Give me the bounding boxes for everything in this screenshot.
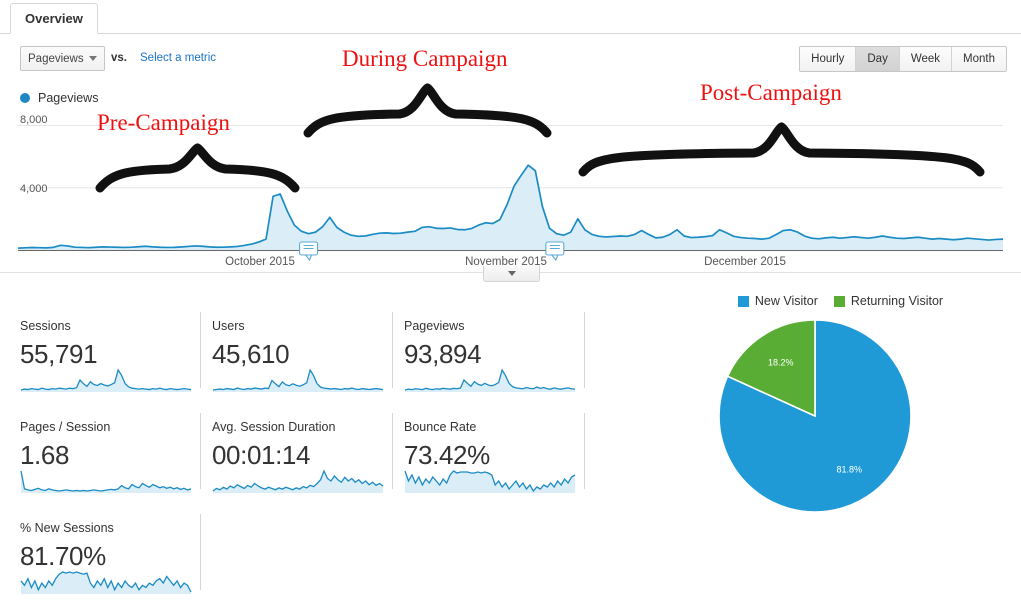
metric-label: % New Sessions — [20, 521, 114, 535]
annotation-pre-campaign: Pre-Campaign — [97, 110, 230, 135]
chart-series-legend: Pageviews — [20, 91, 98, 105]
period-week-button[interactable]: Week — [899, 47, 953, 71]
card-divider — [584, 312, 585, 388]
metric-card-row: Sessions 55,791 Users 45,610 Pageviews 9… — [0, 300, 680, 401]
analytics-overview-page: Overview Pageviews vs. Select a metric H… — [0, 0, 1021, 611]
period-day-button[interactable]: Day — [856, 47, 900, 71]
metric-cards: Sessions 55,791 Users 45,610 Pageviews 9… — [0, 300, 680, 603]
legend-dot-icon — [20, 93, 30, 103]
metric-card-pct-new-sessions[interactable]: % New Sessions 81.70% — [0, 502, 192, 603]
chevron-down-icon — [507, 271, 516, 276]
sparkline-pages-per-session — [20, 470, 192, 493]
metric-label: Avg. Session Duration — [212, 420, 336, 434]
sparkline-users — [212, 368, 384, 392]
sparkline-pct-new-sessions — [20, 571, 192, 594]
period-month-button[interactable]: Month — [952, 47, 1006, 71]
pie-legend-item-new-visitor[interactable]: New Visitor — [737, 294, 818, 308]
metric-label: Sessions — [20, 319, 71, 333]
time-granularity-group: Hourly Day Week Month — [799, 46, 1007, 72]
legend-swatch-icon — [833, 295, 845, 307]
tab-overview-label: Overview — [25, 11, 83, 26]
metric-select[interactable]: Pageviews — [20, 46, 105, 71]
chevron-down-icon — [89, 56, 97, 61]
sparkline-pageviews — [404, 368, 576, 392]
sparkline-avg-session-duration — [212, 469, 384, 493]
visitor-type-pie-block: New Visitor Returning Visitor 81.8% 18.2% — [660, 294, 1021, 524]
legend-series-label: Pageviews — [38, 91, 99, 105]
metric-card-pageviews[interactable]: Pageviews 93,894 — [384, 300, 576, 401]
svg-text:81.8%: 81.8% — [837, 464, 863, 474]
metric-card-row: % New Sessions 81.70% — [0, 502, 680, 603]
pie-legend-label: Returning Visitor — [850, 294, 944, 308]
legend-swatch-icon — [737, 295, 749, 307]
annotation-post-campaign: Post-Campaign — [700, 80, 842, 105]
metric-label: Pages / Session — [20, 420, 111, 434]
metric-card-sessions[interactable]: Sessions 55,791 — [0, 300, 192, 401]
pie-legend-label: New Visitor — [754, 294, 818, 308]
card-divider — [584, 413, 585, 489]
vs-label: vs. — [111, 52, 127, 64]
metric-card-row: Pages / Session 1.68 Avg. Session Durati… — [0, 401, 680, 502]
metric-label: Pageviews — [404, 319, 465, 333]
chart-controls: Pageviews vs. Select a metric Hourly Day… — [0, 34, 1021, 82]
pie-legend-item-returning-visitor[interactable]: Returning Visitor — [833, 294, 944, 308]
metric-card-pages-per-session[interactable]: Pages / Session 1.68 — [0, 401, 192, 502]
x-axis-tick-december: December 2015 — [704, 256, 786, 268]
sparkline-sessions — [20, 368, 192, 392]
period-hourly-button[interactable]: Hourly — [800, 47, 857, 71]
y-axis-tick-8000: 8,000 — [20, 114, 48, 126]
card-divider — [200, 514, 201, 590]
sparkline-bounce-rate — [404, 470, 576, 493]
chart-expand-toggle[interactable] — [483, 266, 540, 282]
metric-card-users[interactable]: Users 45,610 — [192, 300, 384, 401]
metric-card-bounce-rate[interactable]: Bounce Rate 73.42% — [384, 401, 576, 502]
tab-overview[interactable]: Overview — [10, 3, 98, 34]
svg-text:18.2%: 18.2% — [768, 358, 794, 368]
metric-label: Bounce Rate — [404, 420, 477, 434]
metric-select-value: Pageviews — [28, 52, 84, 65]
tab-strip: Overview — [0, 0, 1021, 34]
x-axis-tick-october: October 2015 — [225, 256, 295, 268]
annotation-during-campaign: During Campaign — [342, 46, 508, 71]
y-axis-tick-4000: 4,000 — [20, 183, 48, 195]
pie-legend: New Visitor Returning Visitor — [660, 294, 1021, 308]
visitor-type-pie-chart[interactable]: 81.8% 18.2% — [660, 316, 1021, 521]
metric-label: Users — [212, 319, 245, 333]
metric-card-avg-session-duration[interactable]: Avg. Session Duration 00:01:14 — [192, 401, 384, 502]
select-a-metric-link[interactable]: Select a metric — [140, 52, 216, 64]
